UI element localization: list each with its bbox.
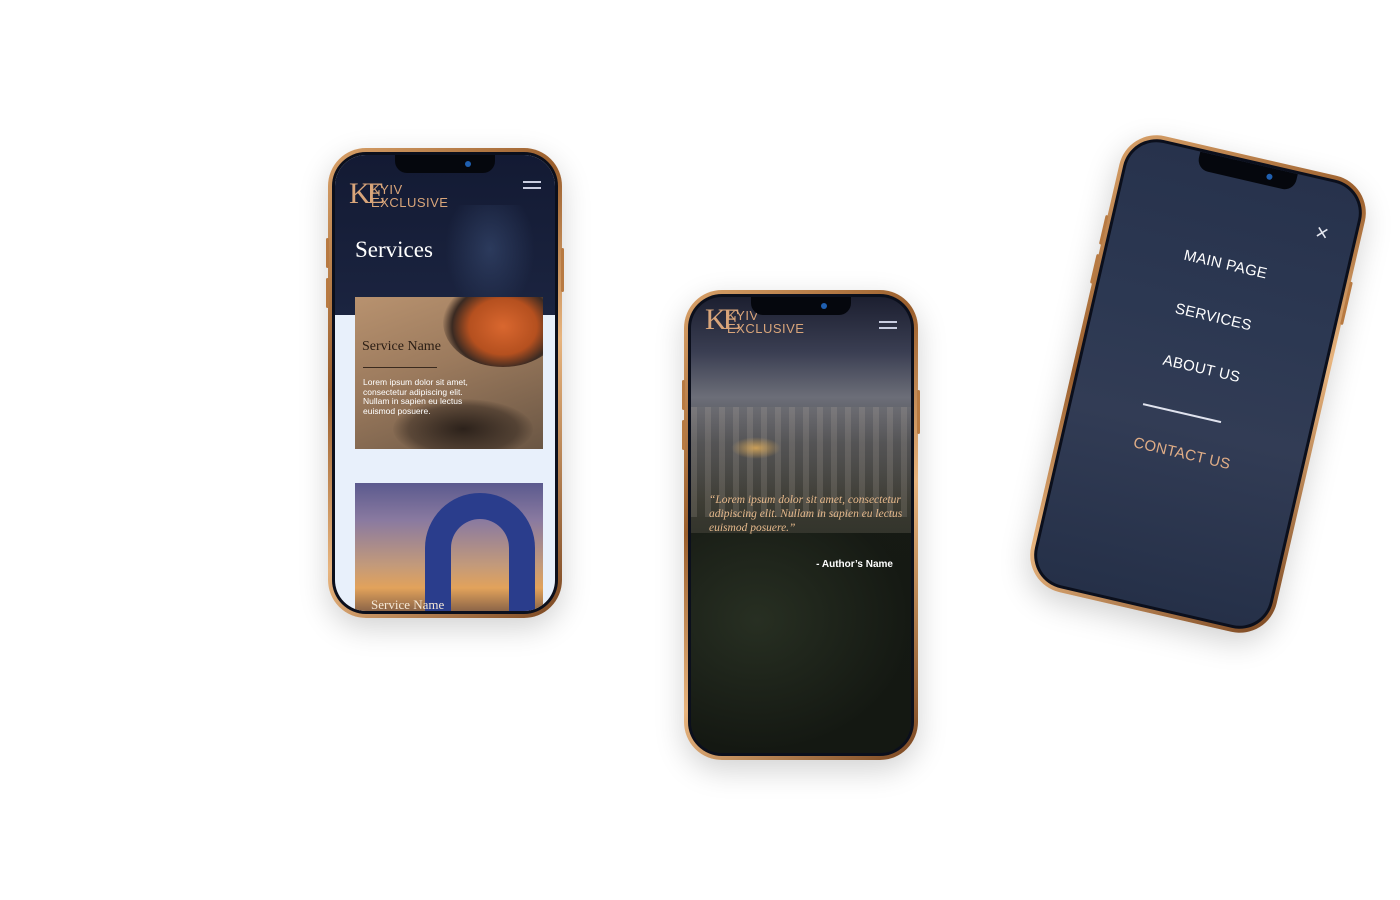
church-glow [731, 437, 781, 459]
brand-logo[interactable]: KE KYIV EXCLUSIVE [349, 179, 469, 211]
menu-item-main-page[interactable]: MAIN PAGE [1108, 230, 1344, 300]
home-screen: KE KYIV EXCLUSIVE “Lorem ipsum dolor sit… [691, 297, 911, 753]
phone-menu: × MAIN PAGE SERVICES ABOUT US CONTACT US [1022, 127, 1374, 641]
menu-item-services[interactable]: SERVICES [1096, 282, 1332, 352]
volume-button [326, 278, 329, 308]
logo-line2: EXCLUSIVE [371, 195, 449, 210]
volume-button [682, 420, 685, 450]
phone-home: KE KYIV EXCLUSIVE “Lorem ipsum dolor sit… [682, 290, 920, 760]
service-card-title: Service Name [371, 597, 445, 611]
volume-button [682, 380, 685, 410]
page-title: Services [355, 237, 433, 262]
testimonial-quote: “Lorem ipsum dolor sit amet, consectetur… [709, 494, 903, 534]
hamburger-icon[interactable] [523, 180, 541, 190]
menu-screen: × MAIN PAGE SERVICES ABOUT US CONTACT US [1030, 136, 1366, 632]
logo-line2: EXCLUSIVE [727, 321, 805, 336]
phone-services: KE KYIV EXCLUSIVE Services Service Name … [326, 148, 564, 618]
camera-icon [1265, 173, 1274, 181]
service-card[interactable]: Service Name Lorem ipsum dolor sit amet,… [355, 297, 543, 449]
service-card[interactable]: Service Name [355, 483, 543, 611]
notch [1196, 151, 1298, 192]
hamburger-icon[interactable] [879, 320, 897, 330]
service-card-description: Lorem ipsum dolor sit amet, consectetur … [363, 377, 468, 416]
notch [395, 155, 495, 173]
volume-button [326, 238, 329, 268]
services-screen: KE KYIV EXCLUSIVE Services Service Name … [335, 155, 555, 611]
menu-divider [1142, 403, 1222, 423]
service-card-title: Service Name [362, 339, 441, 354]
power-button [561, 248, 564, 292]
menu-item-about-us[interactable]: ABOUT US [1084, 334, 1320, 404]
arch-image [425, 493, 535, 611]
power-button [917, 390, 920, 434]
camera-icon [465, 161, 471, 167]
divider [363, 367, 437, 368]
menu-item-contact-us[interactable]: CONTACT US [1064, 419, 1300, 489]
notch [751, 297, 851, 315]
camera-icon [821, 303, 827, 309]
food-image [443, 297, 543, 367]
close-icon[interactable]: × [1310, 219, 1334, 246]
testimonial-author: - Author’s Name [816, 559, 893, 570]
